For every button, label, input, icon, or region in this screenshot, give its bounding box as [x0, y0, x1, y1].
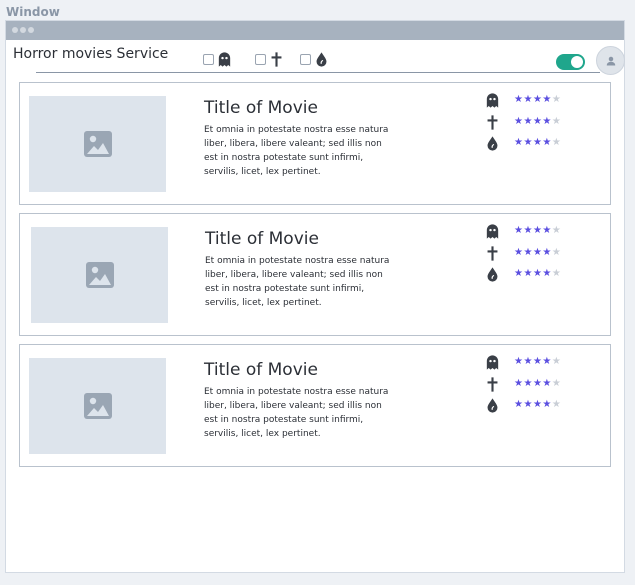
rating-row: ★★★★★: [483, 134, 561, 152]
star-filled-icon[interactable]: ★: [523, 268, 532, 279]
rating-row: ★★★★★: [483, 91, 561, 109]
window-titlebar[interactable]: [6, 21, 624, 40]
rating-row: ★★★★★: [483, 265, 561, 283]
star-filled-icon[interactable]: ★: [542, 378, 551, 389]
movie-description: Et omnia in potestate nostra esse natura…: [205, 256, 390, 308]
star-filled-icon[interactable]: ★: [533, 378, 542, 389]
movie-description: Et omnia in potestate nostra esse natura…: [204, 125, 389, 177]
cross-icon: [271, 52, 282, 67]
rating-row: ★★★★★: [483, 244, 561, 262]
star-empty-icon[interactable]: ★: [552, 378, 561, 389]
star-filled-icon[interactable]: ★: [542, 225, 551, 236]
star-filled-icon[interactable]: ★: [542, 247, 551, 258]
blood-drop-icon: [483, 265, 501, 283]
rating-row: ★★★★★: [483, 113, 561, 131]
star-filled-icon[interactable]: ★: [523, 94, 532, 105]
ghost-icon: [483, 222, 501, 240]
filter-cross[interactable]: [255, 51, 285, 68]
star-rating[interactable]: ★★★★★: [514, 400, 561, 410]
window-control-dot[interactable]: [20, 27, 26, 33]
movie-description: Et omnia in potestate nostra esse natura…: [204, 387, 389, 439]
star-filled-icon[interactable]: ★: [523, 399, 532, 410]
window-control-dot[interactable]: [28, 27, 34, 33]
filter-cross-checkbox[interactable]: [255, 54, 266, 65]
blood-drop-icon: [483, 396, 501, 414]
star-rating[interactable]: ★★★★★: [514, 269, 561, 279]
window-control-dot[interactable]: [12, 27, 18, 33]
movie-poster-placeholder[interactable]: [29, 358, 166, 454]
star-filled-icon[interactable]: ★: [523, 116, 532, 127]
header-divider: [36, 72, 600, 73]
avatar[interactable]: [596, 46, 625, 75]
star-filled-icon[interactable]: ★: [533, 94, 542, 105]
user-icon: [606, 56, 615, 65]
star-rating[interactable]: ★★★★★: [514, 248, 561, 258]
cross-icon: [483, 113, 501, 131]
rating-row: ★★★★★: [483, 353, 561, 371]
star-filled-icon[interactable]: ★: [533, 225, 542, 236]
rating-row: ★★★★★: [483, 375, 561, 393]
star-empty-icon[interactable]: ★: [552, 116, 561, 127]
movie-card[interactable]: Title of Movie Et omnia in potestate nost…: [19, 344, 611, 467]
movie-card[interactable]: Title of Movie Et omnia in potestate nost…: [19, 213, 611, 336]
app-title: Horror movies Service: [13, 46, 169, 62]
star-filled-icon[interactable]: ★: [533, 116, 542, 127]
movie-title[interactable]: Title of Movie: [204, 98, 318, 118]
star-filled-icon[interactable]: ★: [533, 268, 542, 279]
filter-ghost[interactable]: [203, 51, 233, 68]
star-filled-icon[interactable]: ★: [542, 94, 551, 105]
image-icon: [83, 131, 112, 157]
star-filled-icon[interactable]: ★: [533, 356, 542, 367]
star-filled-icon[interactable]: ★: [523, 247, 532, 258]
star-rating[interactable]: ★★★★★: [514, 379, 561, 389]
star-filled-icon[interactable]: ★: [533, 247, 542, 258]
movie-title[interactable]: Title of Movie: [204, 360, 318, 380]
star-empty-icon[interactable]: ★: [552, 137, 561, 148]
movie-poster-placeholder[interactable]: [31, 227, 168, 323]
star-filled-icon[interactable]: ★: [523, 356, 532, 367]
toggle-knob: [571, 56, 583, 68]
blood-drop-icon: [316, 52, 327, 67]
star-filled-icon[interactable]: ★: [542, 356, 551, 367]
star-rating[interactable]: ★★★★★: [514, 226, 561, 236]
star-filled-icon[interactable]: ★: [523, 225, 532, 236]
ghost-icon: [483, 353, 501, 371]
ghost-icon: [483, 91, 501, 109]
cross-icon: [483, 375, 501, 393]
app-window: Horror movies Service Title of Movie Et o…: [5, 20, 625, 573]
star-empty-icon[interactable]: ★: [552, 225, 561, 236]
star-rating[interactable]: ★★★★★: [514, 357, 561, 367]
star-empty-icon[interactable]: ★: [552, 268, 561, 279]
filter-blood[interactable]: [300, 51, 330, 68]
star-empty-icon[interactable]: ★: [552, 94, 561, 105]
star-rating[interactable]: ★★★★★: [514, 138, 561, 148]
rating-row: ★★★★★: [483, 222, 561, 240]
filter-blood-checkbox[interactable]: [300, 54, 311, 65]
movie-title[interactable]: Title of Movie: [205, 229, 319, 249]
settings-toggle[interactable]: [556, 54, 585, 70]
star-filled-icon[interactable]: ★: [542, 137, 551, 148]
star-empty-icon[interactable]: ★: [552, 247, 561, 258]
movie-card[interactable]: Title of Movie Et omnia in potestate nost…: [19, 82, 611, 205]
window-label: Window: [6, 5, 60, 19]
star-filled-icon[interactable]: ★: [542, 268, 551, 279]
star-filled-icon[interactable]: ★: [542, 399, 551, 410]
star-rating[interactable]: ★★★★★: [514, 95, 561, 105]
star-empty-icon[interactable]: ★: [552, 356, 561, 367]
blood-drop-icon: [483, 134, 501, 152]
image-icon: [83, 393, 112, 419]
star-filled-icon[interactable]: ★: [542, 116, 551, 127]
star-filled-icon[interactable]: ★: [523, 137, 532, 148]
cross-icon: [483, 244, 501, 262]
movie-poster-placeholder[interactable]: [29, 96, 166, 192]
filter-ghost-checkbox[interactable]: [203, 54, 214, 65]
star-filled-icon[interactable]: ★: [523, 378, 532, 389]
image-icon: [85, 262, 114, 288]
star-rating[interactable]: ★★★★★: [514, 117, 561, 127]
star-filled-icon[interactable]: ★: [533, 399, 542, 410]
star-filled-icon[interactable]: ★: [533, 137, 542, 148]
ghost-icon: [218, 52, 231, 67]
rating-row: ★★★★★: [483, 396, 561, 414]
star-empty-icon[interactable]: ★: [552, 399, 561, 410]
